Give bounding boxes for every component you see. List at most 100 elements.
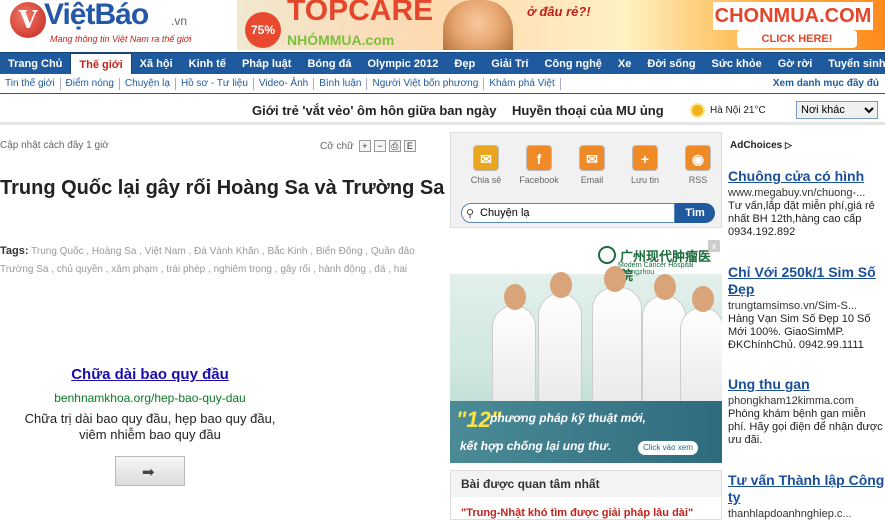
ticker-headline[interactable]: Huyền thoại của MU ủng — [512, 103, 664, 118]
side-ad-description: Hàng Vạn Sim Số Đẹp 10 Số Mới 100%. Giao… — [728, 313, 871, 351]
tag-link[interactable]: Đá Vành Khăn — [194, 246, 259, 257]
share-facebook-button[interactable]: f Facebook — [512, 145, 566, 185]
nav-item[interactable]: Olympic 2012 — [359, 53, 446, 75]
article-tools: Cỡ chữ + − ⎙ E — [320, 140, 416, 152]
logo-tagline: Mang thông tin Việt Nam ra thế giới — [50, 34, 192, 44]
hospital-subtitle: Modern Cancer Hospital Guangzhou — [618, 262, 694, 276]
side-ad-title[interactable]: Ung thu gan — [728, 376, 885, 393]
side-ad: Ung thu gan phongkham12kimma.com Phòng khá… — [728, 376, 885, 447]
nav-item[interactable]: Xe — [610, 53, 639, 75]
share-label: Chia sẻ — [470, 175, 502, 185]
tag-link[interactable]: trái phép — [166, 264, 205, 275]
close-icon[interactable]: x — [708, 240, 720, 252]
sub-nav: Tin thế giới Điểm nóng Chuyện lạ Hồ sơ - Tư… — [0, 74, 885, 94]
subnav-item[interactable]: Điểm nóng — [61, 77, 120, 90]
tag-link[interactable]: Bắc Kinh — [267, 246, 307, 257]
share-email-button[interactable]: ✉ Email — [565, 145, 619, 185]
city-select[interactable]: Nơi khác — [796, 101, 878, 119]
tag-link[interactable]: nghiêm trọng — [214, 264, 272, 275]
top-banner-ad[interactable]: 75% TOPCARE NHÓMMUA.com ở đâu rẻ?! CHONM… — [237, 0, 885, 50]
tag-link[interactable]: Trung Quốc — [31, 246, 83, 257]
side-ad-url[interactable]: phongkham12kimma.com — [728, 395, 885, 407]
side-ad-title[interactable]: Tư vấn Thành lập Công ty — [728, 472, 885, 506]
nav-item[interactable]: Giải Trí — [483, 53, 536, 75]
arrow-right-icon: ➡ — [142, 464, 155, 481]
save-icon: + — [632, 145, 658, 171]
ticker-headline[interactable]: Giới trẻ 'vắt vẻo' ôm hôn giữa ban ngày — [252, 103, 496, 118]
tag-link[interactable]: gây rối — [280, 264, 310, 275]
nav-item[interactable]: Tuyển sinh — [820, 53, 885, 75]
side-ad-url[interactable]: www.megabuy.vn/chuong-... — [728, 187, 885, 199]
most-read-item[interactable]: "Trung-Nhật khó tìm được giải pháp lâu d… — [461, 507, 693, 519]
nav-item[interactable]: Xã hội — [132, 53, 181, 75]
weather-text: Hà Nội 21°C — [710, 105, 766, 116]
doctor-figure — [492, 284, 536, 405]
tag-link[interactable]: chủ quyền — [57, 264, 103, 275]
nav-item[interactable]: Bóng đá — [299, 53, 359, 75]
updated-time: Cập nhật cách đây 1 giờ — [0, 140, 109, 151]
side-ads-column: AdChoices ▷ Chuông cửa có hình www.megabu… — [726, 132, 885, 520]
tag-link[interactable]: Hoàng Sa — [92, 246, 136, 257]
facebook-icon: f — [526, 145, 552, 171]
font-decrease-icon[interactable]: − — [373, 140, 386, 152]
side-ad-url[interactable]: thanhlapdoanhnghiep.c... — [728, 508, 885, 520]
doctor-figure — [592, 266, 642, 405]
tag-link[interactable]: Việt Nam — [145, 246, 186, 257]
subnav-item[interactable]: Chuyện lạ — [120, 77, 176, 90]
nav-item[interactable]: Kinh tế — [181, 53, 234, 75]
photo-ad-line: kết hợp chống lại ung thư. — [460, 439, 612, 453]
email-icon[interactable]: E — [403, 140, 416, 152]
tag-link[interactable]: hai — [394, 264, 407, 275]
share-icon: ✉ — [473, 145, 499, 171]
tag-link[interactable]: đá — [374, 264, 385, 275]
banner-discount-badge: 75% — [245, 12, 281, 48]
nav-item[interactable]: Đẹp — [446, 53, 483, 75]
subnav-item[interactable]: Khám phá Việt — [484, 77, 561, 90]
banner-cta[interactable]: CLICK HERE! — [737, 30, 857, 48]
search-button[interactable]: Tìm — [675, 203, 715, 223]
text-ad-url[interactable]: benhnamkhoa.org/hep-bao-quy-dau — [0, 391, 300, 405]
subnav-item[interactable]: Hồ sơ - Tư liệu — [176, 77, 254, 90]
subnav-item[interactable]: Tin thế giới — [0, 77, 61, 90]
banner-brand-sub: NHÓMMUA.com — [287, 32, 395, 48]
share-panel: ✉ Chia sẻ f Facebook ✉ Email + Lưu tin ◉ RSS ⚲ Tì… — [450, 132, 722, 228]
print-icon[interactable]: ⎙ — [388, 140, 401, 152]
search-icon: ⚲ — [466, 208, 475, 220]
rss-icon: ◉ — [685, 145, 711, 171]
share-rss-button[interactable]: ◉ RSS — [671, 145, 725, 185]
full-menu-link[interactable]: Xem danh mục đầy đủ — [773, 78, 879, 89]
tags-label: Tags: — [0, 245, 29, 257]
hospital-photo-ad[interactable]: 广州现代肿瘤医院 Modern Cancer Hospital Guangzho… — [450, 238, 722, 463]
text-ad-go-button[interactable]: ➡ — [115, 456, 185, 486]
photo-ad-cta[interactable]: Click vào xem — [638, 441, 698, 455]
nav-item[interactable]: Thế giới — [70, 52, 132, 75]
logo-mark: V — [10, 2, 46, 38]
nav-item[interactable]: Trang Chủ — [0, 53, 70, 75]
nav-item[interactable]: Đời sống — [639, 53, 703, 75]
text-ad-description: Chữa trị dài bao quy đầu, hẹp bao quy đầ… — [24, 411, 276, 442]
doctor-figure — [680, 286, 722, 405]
subnav-item[interactable]: Người Việt bốn phương — [367, 77, 485, 90]
side-ad-title[interactable]: Chuông cửa có hình — [728, 168, 885, 185]
adchoices-label[interactable]: AdChoices ▷ — [730, 140, 792, 151]
nav-item[interactable]: Pháp luật — [234, 53, 300, 75]
nav-item[interactable]: Sức khỏe — [704, 53, 770, 75]
side-ad-url[interactable]: trungtamsimso.vn/Sim-S... — [728, 300, 885, 312]
nav-item[interactable]: Gờ rời — [770, 53, 821, 75]
font-increase-icon[interactable]: + — [358, 140, 371, 152]
tag-link[interactable]: Biển Đông — [316, 246, 363, 257]
share-share-button[interactable]: ✉ Chia sẻ — [459, 145, 513, 185]
doctor-figure — [538, 272, 582, 405]
subnav-item[interactable]: Video- Ảnh — [254, 77, 315, 90]
side-ad: Tư vấn Thành lập Công ty thanhlapdoanhngh… — [728, 472, 885, 520]
tag-link[interactable]: xâm phạm — [111, 264, 158, 275]
subnav-item[interactable]: Bình luận — [314, 77, 368, 90]
side-ad-title[interactable]: Chỉ Với 250k/1 Sim Số Đẹp — [728, 264, 885, 298]
nav-item[interactable]: Công nghệ — [536, 53, 609, 75]
tag-link[interactable]: hành động — [319, 264, 366, 275]
site-logo[interactable]: V ViệtBáo .vn Mang thông tin Việt Nam ra… — [8, 0, 238, 50]
search-input[interactable] — [461, 203, 675, 223]
share-save-button[interactable]: + Lưu tin — [618, 145, 672, 185]
text-ad-title[interactable]: Chữa dài bao quy đầu — [0, 366, 300, 383]
article-title: Trung Quốc lại gây rối Hoàng Sa và Trườn… — [0, 177, 445, 199]
